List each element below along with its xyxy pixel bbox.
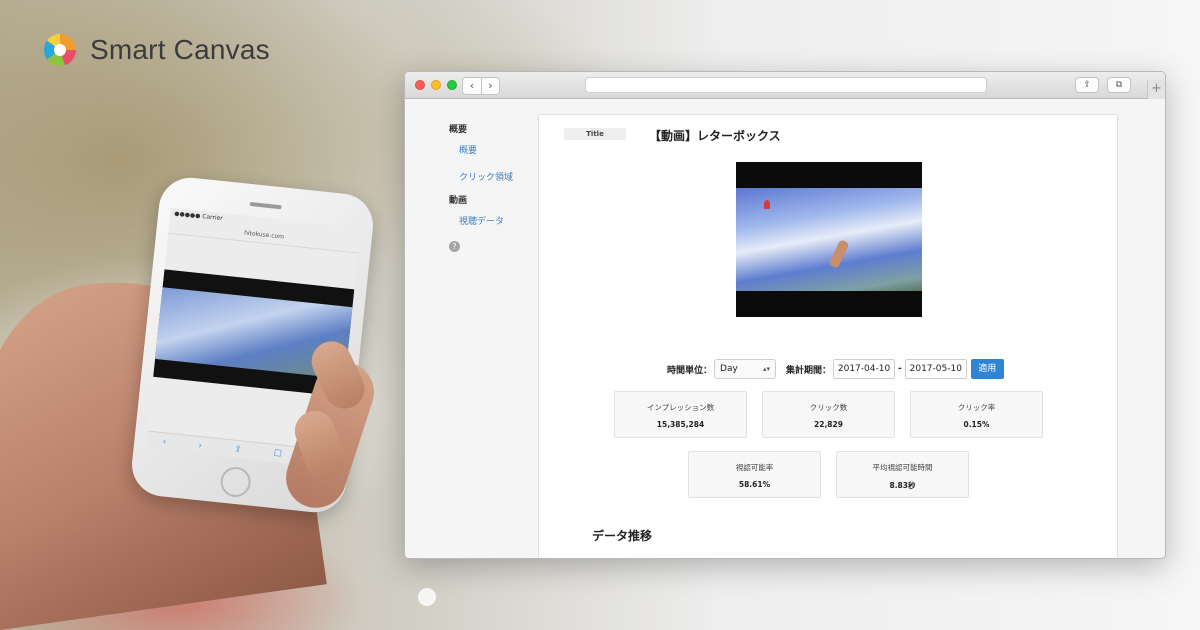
zoom-window-button[interactable] [447,80,457,90]
sidebar-item-overview[interactable]: 概要 [459,143,539,156]
page-title: 【動画】レターボックス [649,129,781,143]
time-unit-select[interactable]: Day ▴▾ [714,359,777,379]
select-caret-icon: ▴▾ [762,365,771,373]
new-tab-button[interactable]: + [1147,80,1165,99]
forward-button[interactable]: › [481,78,499,94]
share-button[interactable]: ⇪ [1075,77,1099,93]
title-tag: Title [564,128,626,140]
stat-label: 視認可能率 [735,463,774,472]
stat-label: クリック数 [809,403,848,412]
stat-card-ctr: クリック率 0.15% [910,391,1043,438]
stat-label: インプレッション数 [646,403,715,412]
time-unit-value: Day [720,364,738,374]
page-content: 概要 概要 クリック領域 動画 視聴データ ? Title 【動画】レターボック… [405,100,1165,558]
phone-speaker [249,201,282,210]
stat-value: 22,829 [814,420,843,429]
stat-card-avg-view-time: 平均視認可能時間 8.83秒 [836,451,969,498]
data-trend-heading: データ推移 [592,529,653,543]
tabs-icon: ⧉ [1115,80,1123,90]
date-from-input[interactable]: 2017-04-10 [833,359,896,379]
help-icon[interactable]: ? [449,241,460,252]
period-label: 集計期間： [786,365,832,376]
minimize-window-button[interactable] [431,80,441,90]
tabs-overview-button[interactable]: ⧉ [1107,77,1131,93]
browser-nav-buttons: ‹ › [462,77,500,95]
sidebar-section-overview: 概要 [449,125,468,135]
sidebar-item-view-data[interactable]: 視聴データ [459,214,539,227]
sidebar: 概要 概要 クリック領域 動画 視聴データ ? [449,122,539,252]
window-controls [415,80,457,90]
share-icon: ⇪ [1083,80,1091,90]
stat-label: クリック率 [957,403,996,412]
date-separator: - [898,364,902,374]
video-frame [736,188,922,291]
video-preview[interactable] [736,162,922,317]
stat-card-clicks: クリック数 22,829 [762,391,895,438]
stat-card-viewability: 視認可能率 58.61% [688,451,821,498]
rider-shape [828,239,850,269]
stat-value: 58.61% [738,480,771,489]
stat-value: 15,385,284 [656,420,705,429]
back-button[interactable]: ‹ [463,78,481,94]
browser-titlebar: ‹ › ⇪ ⧉ + [405,72,1165,99]
phone-home-button [219,465,253,499]
phone-forward-icon: › [197,440,203,451]
sidebar-section-video: 動画 [449,196,468,206]
phone-bookmarks-icon: ☐ [273,448,283,460]
browser-window: ‹ › ⇪ ⧉ + 概要 概要 クリック領域 動画 視聴データ ? Title … [404,71,1166,559]
brand-name: Smart Canvas [90,34,270,65]
browser-toolbar-right: ⇪ ⧉ [1075,77,1131,93]
brand-logo-icon [44,34,76,66]
bokeh-light [418,588,436,606]
stat-value: 0.15% [963,420,990,429]
apply-button[interactable]: 適用 [970,359,1004,379]
stat-card-impressions: インプレッション数 15,385,284 [614,391,747,438]
time-unit-label: 時間単位： [667,365,713,376]
phone-share-icon: ⇪ [233,444,243,455]
close-window-button[interactable] [415,80,425,90]
stat-value: 8.83秒 [889,481,916,490]
kite-shape [764,200,770,209]
stat-label: 平均視認可能時間 [872,463,933,472]
filter-controls: 時間単位： Day ▴▾ 集計期間： 2017-04-10 - 2017-05-… [667,359,1004,379]
address-bar[interactable] [585,77,987,93]
main-panel: Title 【動画】レターボックス 時間単位： Day ▴▾ 集計期間： 201… [538,114,1118,558]
date-to-input[interactable]: 2017-05-10 [904,359,967,379]
brand: Smart Canvas [44,34,270,66]
phone-back-icon: ‹ [162,436,167,447]
sidebar-item-click-area[interactable]: クリック領域 [459,170,539,183]
